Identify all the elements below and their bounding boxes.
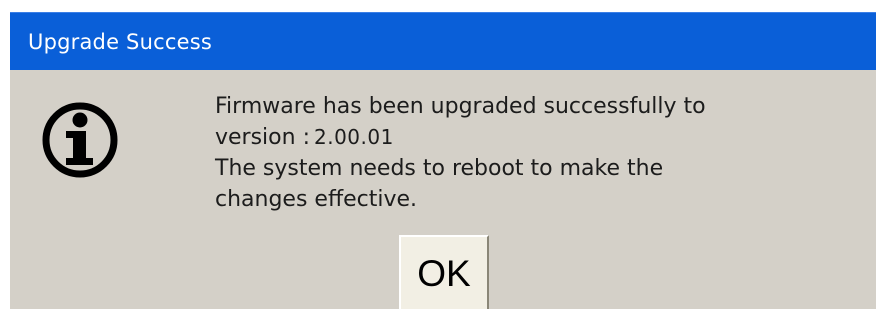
ok-button-label: OK bbox=[417, 253, 471, 294]
upgrade-success-dialog: Upgrade Success Firmware has been upgrad… bbox=[10, 12, 876, 309]
info-circle-icon bbox=[42, 102, 118, 178]
message-version-line: version :2.00.01 bbox=[215, 122, 855, 153]
dialog-message: Firmware has been upgraded successfully … bbox=[215, 91, 855, 215]
message-line-3: The system needs to reboot to make the bbox=[215, 156, 664, 181]
version-value: 2.00.01 bbox=[313, 125, 394, 149]
version-label: version : bbox=[215, 125, 310, 150]
message-line-1: Firmware has been upgraded successfully … bbox=[215, 94, 706, 119]
ok-button[interactable]: OK bbox=[399, 235, 489, 309]
title-bar: Upgrade Success bbox=[10, 12, 876, 70]
message-line-4: changes effective. bbox=[215, 187, 418, 212]
dialog-title: Upgrade Success bbox=[28, 30, 212, 54]
